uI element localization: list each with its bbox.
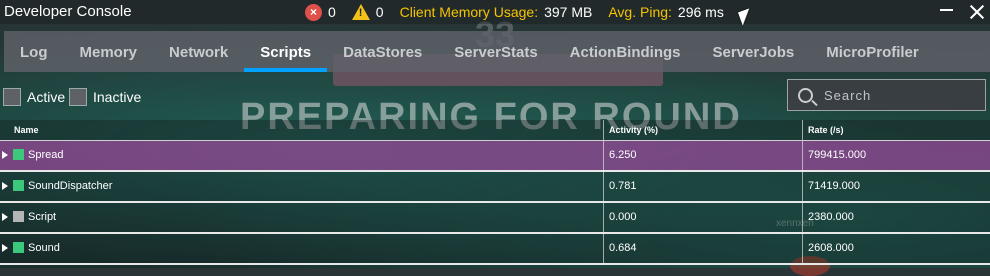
search-input[interactable] [824, 80, 974, 110]
header-activity[interactable]: Activity (%) [609, 125, 658, 135]
mouse-cursor-icon [737, 8, 755, 26]
console-title: Developer Console [4, 3, 132, 20]
table-header: Name Activity (%) Rate (/s) [0, 120, 990, 141]
tab-memory[interactable]: Memory [64, 31, 154, 72]
column-divider [603, 120, 604, 140]
minimize-button[interactable] [940, 9, 953, 11]
script-name: SoundDispatcher [28, 180, 113, 192]
ping-value: 296 ms [677, 4, 724, 20]
table-row[interactable]: SoundDispatcher 0.781 71419.000 [0, 172, 990, 203]
expand-arrow-icon[interactable] [2, 151, 8, 159]
table-row[interactable]: Sound 0.684 2608.000 [0, 234, 990, 265]
warning-icon[interactable]: ! [351, 4, 370, 20]
close-button[interactable] [967, 2, 987, 22]
ping-label: Avg. Ping: [608, 4, 672, 20]
inactive-filter[interactable]: Inactive [69, 88, 141, 106]
tab-datastores[interactable]: DataStores [327, 31, 438, 72]
memory-label: Client Memory Usage: [399, 4, 539, 20]
header-name[interactable]: Name [14, 125, 39, 135]
column-divider [802, 234, 803, 263]
column-divider [603, 141, 604, 170]
warning-count[interactable]: 0 [376, 4, 384, 20]
tab-scripts[interactable]: Scripts [244, 31, 327, 72]
script-status-icon [13, 211, 24, 222]
tab-microprofiler[interactable]: MicroProfiler [810, 31, 935, 72]
script-name: Spread [28, 149, 64, 161]
tab-serverjobs[interactable]: ServerJobs [697, 31, 811, 72]
script-name: Script [28, 211, 57, 223]
column-divider [802, 203, 803, 232]
tab-serverstats[interactable]: ServerStats [438, 31, 553, 72]
memory-value: 397 MB [544, 4, 593, 20]
column-divider [802, 172, 803, 201]
active-filter[interactable]: Active [3, 88, 65, 106]
expand-arrow-icon[interactable] [2, 244, 8, 252]
tab-network[interactable]: Network [153, 31, 244, 72]
script-rate: 2380.000 [808, 211, 854, 223]
active-checkbox[interactable] [3, 88, 21, 106]
header-rate[interactable]: Rate (/s) [808, 125, 844, 135]
script-rate: 2608.000 [808, 242, 854, 254]
console-titlebar[interactable]: Developer Console × 0 ! 0 Client Memory … [0, 0, 990, 26]
column-divider [802, 120, 803, 140]
table-body: Spread 6.250 799415.000 SoundDispatcher 0.78… [0, 141, 990, 265]
tab-log[interactable]: Log [4, 31, 64, 72]
inactive-checkbox[interactable] [69, 88, 87, 106]
inactive-filter-label: Inactive [93, 89, 142, 105]
expand-arrow-icon[interactable] [2, 213, 8, 221]
error-count[interactable]: 0 [328, 4, 336, 20]
active-filter-label: Active [27, 89, 66, 105]
script-status-icon [13, 180, 24, 191]
script-activity: 0.684 [609, 242, 637, 254]
column-divider [603, 172, 604, 201]
table-row[interactable]: Spread 6.250 799415.000 [0, 141, 990, 172]
expand-arrow-icon[interactable] [2, 182, 8, 190]
search-icon [798, 88, 813, 103]
script-rate: 71419.000 [808, 180, 860, 192]
column-divider [603, 203, 604, 232]
column-divider [603, 234, 604, 263]
script-status-icon [13, 149, 24, 160]
search-box[interactable] [787, 79, 986, 111]
script-activity: 6.250 [609, 149, 637, 161]
error-icon[interactable]: × [305, 3, 322, 21]
scripts-table: Name Activity (%) Rate (/s) Spread 6.250 7… [0, 120, 990, 265]
console-stats: × 0 ! 0 Client Memory Usage: 397 MB Avg.… [305, 2, 724, 22]
script-activity: 0.000 [609, 211, 637, 223]
column-divider [802, 141, 803, 170]
script-status-icon [13, 242, 24, 253]
script-activity: 0.781 [609, 180, 637, 192]
console-tab-bar: Log Memory Network Scripts DataStores ServerS… [4, 31, 990, 72]
table-row[interactable]: Script 0.000 2380.000 [0, 203, 990, 234]
tab-actionbindings[interactable]: ActionBindings [554, 31, 697, 72]
script-rate: 799415.000 [808, 149, 867, 161]
script-name: Sound [28, 242, 60, 254]
